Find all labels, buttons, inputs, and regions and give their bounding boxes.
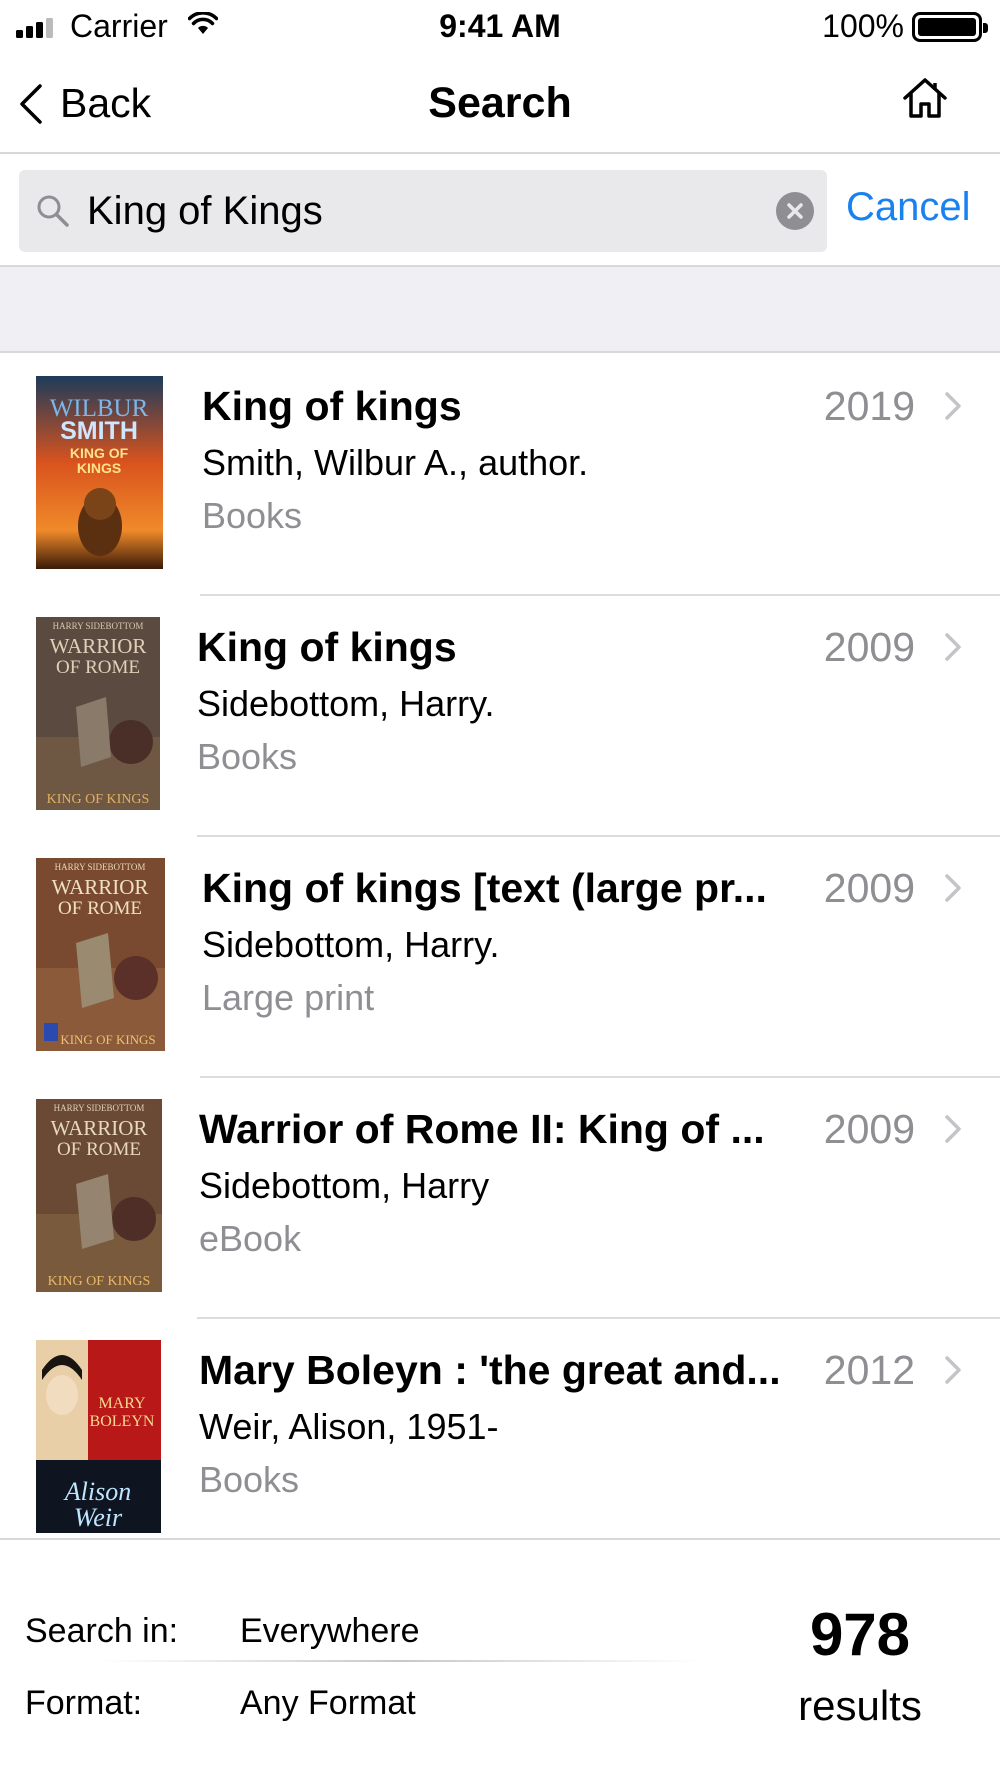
format-label: Format: [25,1684,143,1722]
search-in-selector[interactable]: Everywhere [240,1612,420,1651]
svg-text:WARRIOR: WARRIOR [50,634,147,658]
result-title: Mary Boleyn : 'the great and... [199,1347,781,1393]
cancel-button[interactable]: Cancel [846,185,971,230]
result-format: Books [197,736,298,777]
search-input[interactable] [87,170,767,252]
svg-text:MARY: MARY [98,1395,146,1412]
svg-text:KING OF: KING OF [70,445,129,461]
results-list: WILBUR SMITH KING OF KINGS King of kings… [0,355,1000,1539]
search-icon [37,195,69,227]
book-cover-image: HARRY SIDEBOTTOM WARRIOR OF ROME KING OF… [36,1099,162,1292]
result-author: Weir, Alison, 1951- [199,1406,499,1447]
list-item[interactable]: MARY BOLEYN Alison Weir Mary Boleyn : 't… [0,1319,1000,1539]
search-in-label: Search in: [25,1612,179,1650]
svg-text:KING OF KINGS: KING OF KINGS [60,1032,155,1047]
svg-text:Weir: Weir [74,1503,123,1532]
chevron-right-icon [945,1115,961,1143]
svg-text:HARRY SIDEBOTTOM: HARRY SIDEBOTTOM [54,1103,145,1113]
clear-search-button[interactable] [776,192,814,230]
result-title: King of kings [text (large pr... [202,865,767,911]
svg-text:WARRIOR: WARRIOR [51,1116,148,1140]
format-selector[interactable]: Any Format [240,1684,416,1723]
divider [100,1660,700,1662]
result-format: eBook [199,1218,302,1259]
result-year: 2009 [823,865,915,911]
search-bar: Cancel [0,155,1000,267]
results-header-band [0,267,1000,353]
result-year: 2019 [823,383,915,429]
book-cover-image: WILBUR SMITH KING OF KINGS [36,376,163,569]
svg-text:HARRY SIDEBOTTOM: HARRY SIDEBOTTOM [55,862,146,872]
book-cover-image: MARY BOLEYN Alison Weir [36,1340,161,1533]
home-icon [903,78,947,118]
svg-text:KINGS: KINGS [77,460,121,476]
result-author: Sidebottom, Harry. [197,683,495,724]
result-format: Books [202,495,303,536]
svg-text:Alison: Alison [63,1477,131,1506]
result-title: King of kings [197,624,457,670]
result-year: 2012 [823,1347,915,1393]
result-format: Large print [202,977,375,1018]
results-count: 978 [809,1601,911,1668]
svg-text:BOLEYN: BOLEYN [90,1413,155,1430]
result-year: 2009 [823,624,915,670]
page-title: Search [428,79,572,127]
list-item[interactable]: HARRY SIDEBOTTOM WARRIOR OF ROME KING OF… [0,596,1000,837]
home-button[interactable] [902,76,948,125]
result-format: Books [199,1459,300,1500]
search-options-footer: Search in: Everywhere Format: Any Format… [0,1538,1000,1778]
chevron-right-icon [945,392,961,420]
svg-text:OF ROME: OF ROME [56,657,140,678]
book-cover-image: HARRY SIDEBOTTOM WARRIOR OF ROME KING OF… [36,617,160,810]
chevron-right-icon [945,633,961,661]
battery-icon [912,12,988,42]
result-author: Sidebottom, Harry [199,1165,490,1206]
results-count-label: results [798,1682,922,1729]
chevron-right-icon [945,1356,961,1384]
result-author: Sidebottom, Harry. [202,924,500,965]
search-field[interactable] [19,170,827,252]
svg-text:KING OF KINGS: KING OF KINGS [47,792,150,807]
list-item[interactable]: HARRY SIDEBOTTOM WARRIOR OF ROME KING OF… [0,837,1000,1078]
book-cover-image: HARRY SIDEBOTTOM WARRIOR OF ROME KING OF… [36,858,165,1051]
clear-icon [787,203,803,219]
list-item[interactable]: WILBUR SMITH KING OF KINGS King of kings… [0,355,1000,596]
result-title: King of kings [202,383,462,429]
svg-text:KING OF KINGS: KING OF KINGS [48,1274,151,1289]
navigation-bar: Back Search [0,56,1000,154]
svg-text:OF ROME: OF ROME [57,1139,141,1160]
status-bar: Carrier 9:41 AM 100% [0,0,1000,56]
result-year: 2009 [823,1106,915,1152]
svg-text:HARRY SIDEBOTTOM: HARRY SIDEBOTTOM [53,621,144,631]
battery-percentage: 100% [822,8,904,44]
chevron-right-icon [945,874,961,902]
result-title: Warrior of Rome II: King of ... [199,1106,765,1152]
svg-text:WARRIOR: WARRIOR [52,875,149,899]
list-item[interactable]: HARRY SIDEBOTTOM WARRIOR OF ROME KING OF… [0,1078,1000,1319]
result-author: Smith, Wilbur A., author. [202,442,589,483]
svg-text:OF ROME: OF ROME [58,898,142,919]
svg-text:SMITH: SMITH [60,417,138,445]
